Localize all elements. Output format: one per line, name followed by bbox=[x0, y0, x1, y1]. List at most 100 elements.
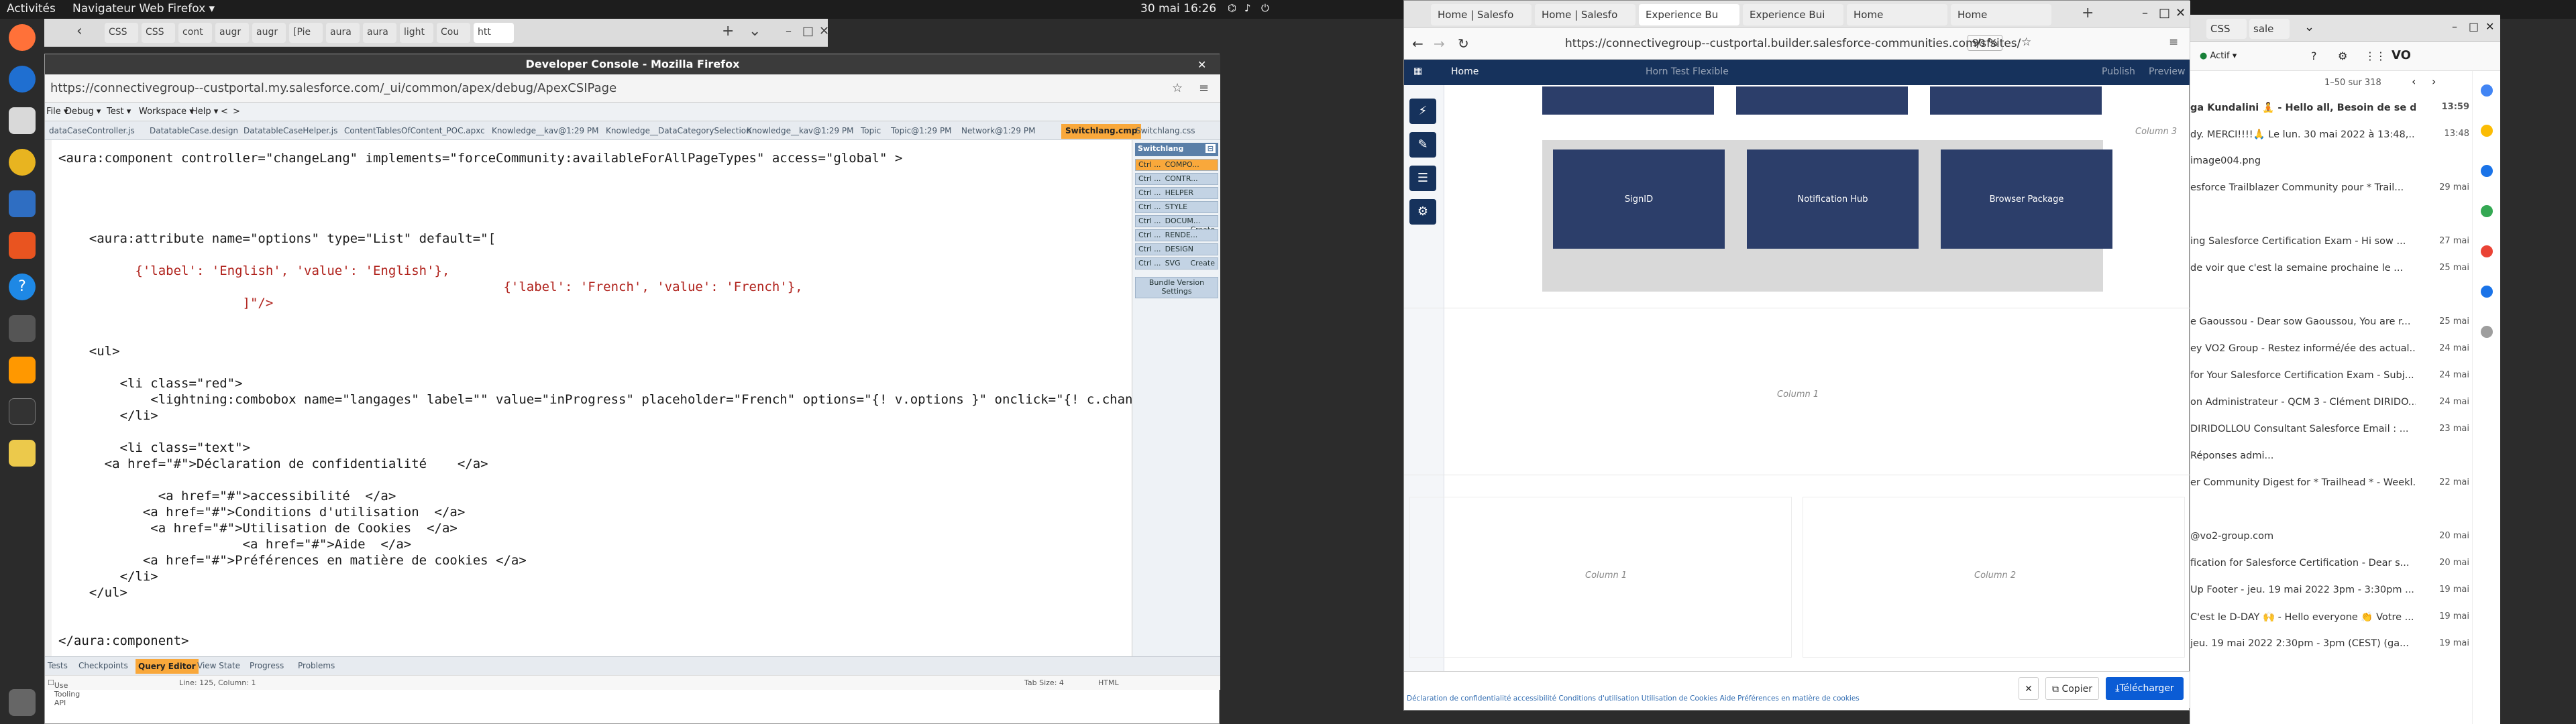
email-row[interactable]: ing Salesforce Certification Exam - Hi s… bbox=[2190, 229, 2416, 255]
browser-tab[interactable]: Cou bbox=[437, 23, 470, 43]
email-row[interactable]: esforce Trailblazer Community pour * Tra… bbox=[2190, 176, 2416, 201]
add-icon[interactable] bbox=[2481, 326, 2493, 338]
hamburger-menu-icon[interactable]: ≡ bbox=[1199, 74, 1209, 103]
email-row[interactable]: on Administrateur - QCM 3 - Clément DIRI… bbox=[2190, 390, 2416, 416]
email-row[interactable]: er Community Digest for * Trailhead * - … bbox=[2190, 471, 2416, 496]
rhythmbox-icon[interactable] bbox=[9, 149, 36, 176]
file-tab[interactable]: ContentTablesOfContent_POC.apxc bbox=[340, 124, 489, 139]
browser-tab[interactable]: CSS bbox=[142, 23, 175, 43]
tooling-api-checkbox[interactable]: ☐ Use Tooling API bbox=[48, 678, 80, 707]
thunderbird-icon[interactable] bbox=[9, 66, 36, 93]
file-tab[interactable]: Knowledge__DataCategorySelection bbox=[602, 124, 755, 139]
collapse-icon[interactable]: ⊟ bbox=[1205, 144, 1216, 153]
email-row[interactable]: @vo2-group.com bbox=[2190, 524, 2416, 550]
bundle-item-rende[interactable]: Ctrl ... RENDE... bbox=[1135, 229, 1218, 241]
email-row[interactable]: e Gaoussou - Dear sow Gaoussou, You are … bbox=[2190, 310, 2416, 335]
keep-icon[interactable] bbox=[2481, 125, 2493, 137]
browser-tab[interactable]: Home | Salesfo bbox=[1535, 4, 1635, 25]
browser-tab-active[interactable]: Experience Bu bbox=[1639, 4, 1739, 25]
app-menu[interactable]: Navigateur Web Firefox ▾ bbox=[72, 2, 215, 15]
email-row[interactable]: C'est le D-DAY 🙌 - Hello everyone 👏 Votr… bbox=[2190, 605, 2416, 630]
calendar-icon[interactable] bbox=[2481, 84, 2493, 97]
email-row[interactable]: Up Footer - jeu. 19 mai 2022 3pm - 3:30p… bbox=[2190, 578, 2416, 603]
preview-button[interactable]: Preview bbox=[2149, 66, 2186, 77]
settings-gear-icon[interactable]: ⚙ bbox=[1409, 199, 1436, 225]
file-tab[interactable]: Network@1:29 PM bbox=[957, 124, 1039, 139]
help-icon[interactable]: ? bbox=[9, 274, 36, 300]
page-selector[interactable]: Home bbox=[1451, 66, 1479, 77]
maximize-icon[interactable]: □ bbox=[2159, 6, 2170, 20]
browser-tab[interactable]: light bbox=[400, 23, 433, 43]
nav-prev[interactable]: < bbox=[221, 107, 228, 117]
prev-page-icon[interactable]: ‹ bbox=[2412, 75, 2416, 88]
bundle-item-contr[interactable]: Ctrl ... CONTR... bbox=[1135, 173, 1218, 185]
bundle-item-style[interactable]: Ctrl ... STYLE bbox=[1135, 201, 1218, 213]
tab-overflow-icon[interactable]: ⌄ bbox=[749, 23, 761, 40]
tile-browser-package[interactable]: Browser Package bbox=[1941, 149, 2112, 249]
browser-tab[interactable]: aura bbox=[326, 23, 360, 43]
email-row[interactable] bbox=[2190, 202, 2416, 228]
bookmark-star-icon[interactable]: ☆ bbox=[2021, 36, 2031, 49]
email-row[interactable]: jeu. 19 mai 2022 2:30pm - 3pm (CEST) (ga… bbox=[2190, 631, 2416, 657]
browser-tab[interactable]: sale bbox=[2249, 19, 2290, 39]
create-link[interactable]: Create bbox=[1190, 259, 1215, 267]
status-dropdown[interactable]: ● Actif ▾ bbox=[2200, 51, 2237, 61]
file-tab[interactable]: Switchlang.css bbox=[1132, 124, 1199, 139]
publish-button[interactable]: Publish bbox=[2102, 66, 2135, 77]
tile-notification-hub[interactable]: Notification Hub bbox=[1747, 149, 1919, 249]
minimize-icon[interactable]: – bbox=[786, 24, 792, 38]
builder-url-bar[interactable]: ← → ↻ https://connectivegroup--custporta… bbox=[1404, 27, 2190, 60]
browser-tab[interactable]: Home | Salesfo bbox=[1431, 4, 1532, 25]
lightning-icon[interactable]: ⚡ bbox=[1409, 99, 1436, 124]
file-tab[interactable]: Knowledge__kav@1:29 PM bbox=[488, 124, 603, 139]
email-row[interactable] bbox=[2190, 283, 2416, 308]
email-row[interactable] bbox=[2190, 497, 2416, 523]
pages-icon[interactable]: ☰ bbox=[1409, 166, 1436, 191]
file-tab[interactable]: DatatableCase.design bbox=[146, 124, 242, 139]
browser-tab[interactable]: CSS bbox=[2206, 19, 2247, 39]
new-tab-button[interactable]: + bbox=[722, 23, 734, 40]
email-row[interactable]: Réponses admi... bbox=[2190, 444, 2416, 469]
disk-icon[interactable] bbox=[9, 315, 36, 342]
menu-test[interactable]: Test ▾ bbox=[107, 107, 131, 117]
email-row[interactable]: ey VO2 Group - Restez informé/ée des act… bbox=[2190, 337, 2416, 362]
close-icon[interactable]: ✕ bbox=[2485, 20, 2494, 33]
sublime-icon[interactable] bbox=[9, 357, 36, 383]
maximize-icon[interactable]: □ bbox=[2469, 20, 2479, 33]
browser-tab[interactable]: Home bbox=[1847, 4, 1947, 25]
email-row[interactable]: DIRIDOLLOU Consultant Salesforce Email :… bbox=[2190, 417, 2416, 442]
tile-image[interactable] bbox=[1736, 86, 1908, 115]
footer-links[interactable]: Déclaration de confidentialité accessibi… bbox=[1407, 695, 1860, 703]
menu-help[interactable]: Help ▾ bbox=[191, 107, 218, 117]
url-bar[interactable]: https://connectivegroup--custportal.my.s… bbox=[45, 74, 1220, 103]
minimize-icon[interactable]: – bbox=[2142, 6, 2148, 20]
menu-debug[interactable]: Debug ▾ bbox=[65, 107, 101, 117]
browser-tab[interactable]: aura bbox=[363, 23, 396, 43]
bundle-item-svg[interactable]: Ctrl ... SVG Create bbox=[1135, 257, 1218, 269]
activities-button[interactable]: Activités bbox=[7, 2, 56, 15]
files-icon[interactable] bbox=[9, 107, 36, 134]
apps-grid-icon[interactable] bbox=[9, 689, 36, 716]
nav-next[interactable]: > bbox=[233, 107, 240, 117]
file-tab[interactable]: Topic@1:29 PM bbox=[887, 124, 956, 139]
email-row[interactable]: fication for Salesforce Certification - … bbox=[2190, 551, 2416, 577]
back-icon[interactable]: ‹ bbox=[76, 23, 83, 40]
tile-signid[interactable]: SignID bbox=[1553, 149, 1725, 249]
contacts-icon[interactable] bbox=[2481, 205, 2493, 217]
file-tab[interactable]: Knowledge__kav@1:29 PM bbox=[743, 124, 858, 139]
tile-image[interactable] bbox=[1930, 86, 2102, 115]
tab-tests[interactable]: Tests bbox=[48, 661, 68, 670]
close-icon[interactable]: ✕ bbox=[819, 24, 829, 38]
browser-tab[interactable]: augr bbox=[252, 23, 286, 43]
tab-problems[interactable]: Problems bbox=[298, 661, 335, 670]
browser-tab[interactable]: augr bbox=[215, 23, 249, 43]
email-row[interactable]: for Your Salesforce Certification Exam -… bbox=[2190, 363, 2416, 389]
paintbrush-icon[interactable]: ✎ bbox=[1409, 132, 1436, 158]
bundle-item-compo[interactable]: Ctrl ... COMPO... bbox=[1135, 159, 1218, 171]
tab-checkpoints[interactable]: Checkpoints bbox=[78, 661, 128, 670]
browser-tab[interactable]: CSS bbox=[105, 23, 138, 43]
add-on-icon[interactable] bbox=[2481, 245, 2493, 257]
bookmark-star-icon[interactable]: ☆ bbox=[1172, 74, 1183, 103]
maps-icon[interactable] bbox=[2481, 286, 2493, 298]
help-icon[interactable]: ? bbox=[2311, 50, 2317, 62]
